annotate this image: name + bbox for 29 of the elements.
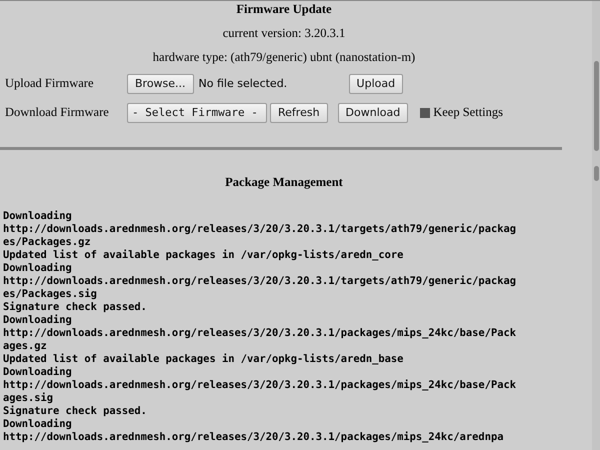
scrollbar[interactable] — [592, 1, 600, 450]
browse-button[interactable]: Browse... — [127, 74, 194, 94]
log-line: Downloading — [3, 314, 73, 327]
log-line: http://downloads.arednmesh.org/releases/3/20/3.20.3.1/packages/mips_24kc/arednpa — [3, 431, 504, 444]
log-line: http://downloads.arednmesh.org/releases/3/20/3.20.3.1/targets/ath79/generic/packages/Packages.sig — [3, 275, 516, 301]
log-line: Downloading — [3, 262, 73, 275]
refresh-button[interactable]: Refresh — [270, 102, 328, 122]
hardware-type-text: hardware type: (ath79/generic) ubnt (nanostation-m) — [152, 50, 416, 65]
log-line: http://downloads.arednmesh.org/releases/3/20/3.20.3.1/packages/mips_24kc/base/Packages.sig — [3, 379, 516, 405]
section-title: Package Management — [224, 175, 344, 190]
keep-settings-label: Keep Settings — [433, 105, 504, 120]
log-line: Downloading — [3, 210, 73, 223]
log-line: Downloading — [3, 366, 73, 379]
log-line: http://downloads.arednmesh.org/releases/3/20/3.20.3.1/targets/ath79/generic/packages/Packages.gz — [3, 223, 516, 249]
log-line: Updated list of available packages in /var/opkg-lists/aredn_base — [3, 353, 404, 366]
file-status-text: No file selected. — [198, 77, 288, 90]
section-title: Firmware Update — [236, 2, 332, 17]
log-line: Signature check passed. — [3, 405, 148, 418]
firmware-select[interactable]: - Select Firmware - — [127, 102, 267, 122]
log-line: Updated list of available packages in /var/opkg-lists/aredn_core — [3, 249, 404, 262]
download-firmware-label: Download Firmware — [5, 105, 110, 120]
keep-settings-checkbox[interactable] — [420, 108, 430, 118]
log-line: http://downloads.arednmesh.org/releases/3/20/3.20.3.1/packages/mips_24kc/base/Packages.gz — [3, 327, 516, 353]
upload-firmware-label: Upload Firmware — [5, 76, 95, 91]
upload-button[interactable]: Upload — [348, 74, 404, 94]
current-version-text: current version: 3.20.3.1 — [222, 26, 346, 41]
log-line: Downloading — [3, 418, 73, 431]
download-button[interactable]: Download — [338, 102, 408, 122]
log-line: Signature check passed. — [3, 301, 148, 314]
